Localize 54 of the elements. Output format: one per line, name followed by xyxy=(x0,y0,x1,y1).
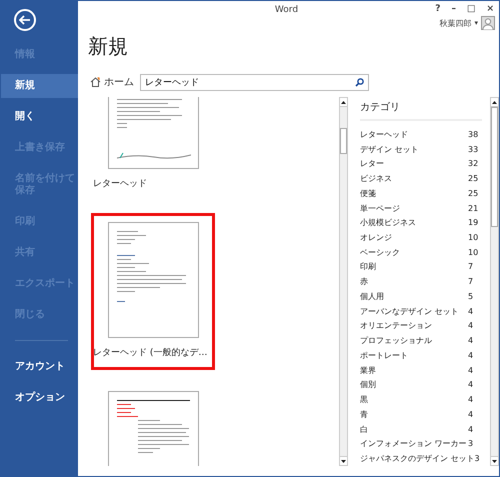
category-item[interactable]: 便箋 25 xyxy=(360,186,482,201)
window-control[interactable]: × xyxy=(485,4,495,14)
back-button[interactable] xyxy=(14,9,36,31)
window-control[interactable]: – xyxy=(450,4,457,14)
scroll-up-button[interactable] xyxy=(491,98,498,107)
scroll-down-button[interactable] xyxy=(340,456,347,465)
window-control[interactable]: ? xyxy=(434,4,442,14)
window-title: Word xyxy=(274,4,298,15)
avatar-icon[interactable] xyxy=(481,16,495,30)
scroll-up-button[interactable] xyxy=(340,98,347,107)
category-item[interactable]: 単一ページ 21 xyxy=(360,200,482,216)
home-icon[interactable] xyxy=(90,77,101,87)
scroll-thumb[interactable] xyxy=(340,128,347,154)
sidebar-item[interactable]: 新規 xyxy=(1,74,78,98)
user-name[interactable]: 秋葉四郎 xyxy=(439,18,472,28)
category-item[interactable]: 個別 4 xyxy=(360,377,482,392)
category-item[interactable]: インフォメーション ワーカー 3 xyxy=(360,436,482,452)
category-item[interactable]: ジャパネスクのデザイン セット 3 xyxy=(360,451,482,466)
category-heading: カテゴリ xyxy=(360,97,482,121)
category-item[interactable]: 小規模ビジネス 19 xyxy=(360,215,482,230)
template-name: レターヘッド xyxy=(93,178,147,190)
category-item[interactable]: オレンジ 10 xyxy=(360,230,482,245)
sidebar-item[interactable]: オプション xyxy=(1,386,78,410)
scrollbar[interactable] xyxy=(490,97,499,466)
category-item[interactable]: プロフェッショナル 4 xyxy=(360,333,482,348)
category-item[interactable]: 業界 4 xyxy=(360,362,482,378)
template-card[interactable]: レターヘッド xyxy=(91,97,215,201)
category-item[interactable]: 黒 4 xyxy=(360,392,482,407)
category-item[interactable]: 白 4 xyxy=(360,422,482,436)
template-card[interactable]: レターヘッド (一般的なデ… xyxy=(91,213,215,370)
home-link[interactable]: ホーム xyxy=(90,75,134,89)
category-item[interactable]: ベーシック 10 xyxy=(360,244,482,260)
sidebar-item[interactable]: 開く xyxy=(1,105,78,129)
scroll-thumb[interactable] xyxy=(491,107,498,227)
search-icon[interactable] xyxy=(355,78,364,86)
sidebar-item[interactable]: アカウント xyxy=(1,355,78,379)
category-item[interactable]: 青 4 xyxy=(360,406,482,422)
window-control[interactable]: □ xyxy=(466,4,476,14)
category-item[interactable]: デザイン セット 33 xyxy=(360,142,482,156)
back-arrow-icon[interactable] xyxy=(19,15,31,25)
category-item[interactable]: 印刷 7 xyxy=(360,260,482,274)
category-item[interactable]: アーバンなデザイン セット 4 xyxy=(360,304,482,319)
category-item[interactable]: ビジネス 25 xyxy=(360,171,482,186)
page-title: 新規 xyxy=(88,33,129,59)
category-item[interactable]: ポートレート 4 xyxy=(360,348,482,363)
scroll-down-button[interactable] xyxy=(491,456,498,465)
scrollbar[interactable] xyxy=(339,97,348,466)
category-item[interactable]: 赤 7 xyxy=(360,274,482,290)
search-field[interactable]: レターヘッド xyxy=(140,74,369,90)
category-item[interactable]: オリエンテーション 4 xyxy=(360,318,482,334)
template-name: レターヘッド (一般的なデ… xyxy=(93,346,208,359)
category-item[interactable]: レターヘッド 38 xyxy=(360,127,482,142)
category-item[interactable]: レター 32 xyxy=(360,156,482,172)
category-item[interactable]: 個人用 5 xyxy=(360,289,482,304)
